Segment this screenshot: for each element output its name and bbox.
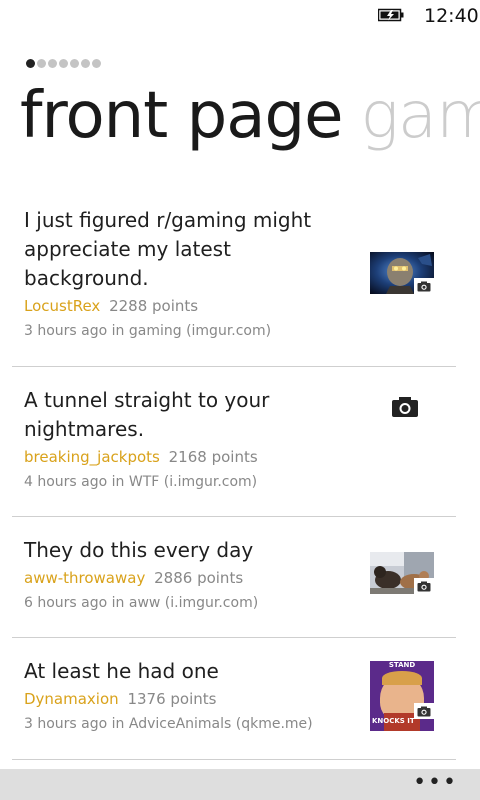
post-author[interactable]: aww-throwaway xyxy=(24,569,145,587)
battery-charging-icon xyxy=(378,8,404,22)
post-points: 2288 points xyxy=(109,297,199,315)
post-meta: 4 hours ago in WTF (i.imgur.com) xyxy=(24,474,258,490)
post-author[interactable]: LocustRex xyxy=(24,297,100,315)
post-title[interactable]: I just figured r/gaming might appreciate… xyxy=(24,206,354,293)
meme-top-text: STAND xyxy=(388,661,416,669)
bad-luck-brian-meme-image: STAND KNOCKS IT xyxy=(370,661,434,731)
clock: 12:40 xyxy=(424,5,479,27)
camera-icon[interactable] xyxy=(391,396,419,418)
post-title[interactable]: A tunnel straight to your nightmares. xyxy=(24,386,354,444)
divider xyxy=(12,516,456,517)
app-bar: ••• xyxy=(0,769,480,800)
camera-icon xyxy=(417,581,431,591)
post-thumbnail[interactable] xyxy=(370,252,434,294)
post-author[interactable]: Dynamaxion xyxy=(24,690,119,708)
page-dot-active xyxy=(26,59,35,68)
post-thumbnail[interactable]: STAND KNOCKS IT xyxy=(370,661,434,731)
page-dot xyxy=(37,59,46,68)
meme-bottom-text: KNOCKS IT xyxy=(372,717,415,725)
divider xyxy=(12,759,456,760)
camera-badge xyxy=(414,703,434,719)
divider xyxy=(12,366,456,367)
camera-badge xyxy=(414,578,434,594)
post-item[interactable]: I just figured r/gaming might appreciate… xyxy=(0,198,480,368)
post-list: I just figured r/gaming might appreciate… xyxy=(0,198,480,761)
pivot-page-indicator xyxy=(26,59,101,69)
post-points: 1376 points xyxy=(127,690,217,708)
post-item[interactable]: A tunnel straight to your nightmares. br… xyxy=(0,368,480,518)
pivot-item-front-page[interactable]: front page xyxy=(20,79,343,153)
post-item[interactable]: They do this every day aww-throwaway 288… xyxy=(0,518,480,639)
post-title[interactable]: At least he had one xyxy=(24,657,354,686)
page-dot xyxy=(59,59,68,68)
status-bar: 12:40 xyxy=(0,0,480,32)
post-item[interactable]: At least he had one Dynamaxion 1376 poin… xyxy=(0,639,480,761)
camera-badge xyxy=(414,278,434,294)
post-points: 2886 points xyxy=(154,569,244,587)
post-title[interactable]: They do this every day xyxy=(24,536,354,565)
pivot-item-gaming[interactable]: gam xyxy=(360,79,480,153)
post-meta: 3 hours ago in AdviceAnimals (qkme.me) xyxy=(24,716,313,732)
post-meta: 3 hours ago in gaming (imgur.com) xyxy=(24,323,272,339)
page-dot xyxy=(92,59,101,68)
page-dot xyxy=(70,59,79,68)
camera-icon xyxy=(417,281,431,291)
post-meta: 6 hours ago in aww (i.imgur.com) xyxy=(24,595,259,611)
more-options-icon[interactable]: ••• xyxy=(413,772,458,794)
camera-icon xyxy=(417,706,431,716)
post-points: 2168 points xyxy=(168,448,258,466)
post-thumbnail[interactable] xyxy=(370,552,434,594)
page-dot xyxy=(48,59,57,68)
divider xyxy=(12,637,456,638)
page-dot xyxy=(81,59,90,68)
post-author[interactable]: breaking_jackpots xyxy=(24,448,160,466)
pivot-header: front page gam xyxy=(20,84,480,148)
